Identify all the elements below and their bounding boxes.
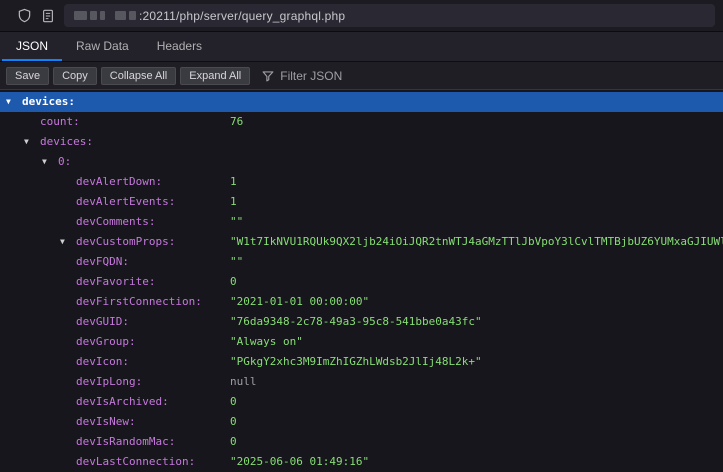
json-row-devIsRandomMac[interactable]: devIsRandomMac: 0 (0, 432, 723, 452)
json-key: devGUID: (76, 315, 129, 328)
json-key: devAlertEvents: (76, 195, 175, 208)
json-row-count[interactable]: count: 76 (0, 112, 723, 132)
json-key: devComments: (76, 215, 155, 228)
toolbar-buttons: SaveCopyCollapse AllExpand All (6, 67, 254, 85)
json-row-0[interactable]: ▼0: (0, 152, 723, 172)
json-row-devGroup[interactable]: devGroup: "Always on" (0, 332, 723, 352)
expand-all-button[interactable]: Expand All (180, 67, 250, 85)
json-row-devGUID[interactable]: devGUID: "76da9348-2c78-49a3-95c8-541bbe0… (0, 312, 723, 332)
redacted-host-block (100, 11, 105, 20)
browser-window: :20211/php/server/query_graphql.php JSON… (0, 0, 723, 472)
url-bar[interactable]: :20211/php/server/query_graphql.php (64, 4, 715, 27)
json-key: devAlertDown: (76, 175, 162, 188)
collapse-arrow-icon[interactable]: ▼ (60, 232, 76, 252)
json-key: count: (40, 115, 80, 128)
json-value: "" (230, 252, 243, 272)
json-key: devFQDN: (76, 255, 129, 268)
copy-button[interactable]: Copy (53, 67, 97, 85)
collapse-arrow-icon[interactable]: ▼ (24, 132, 40, 152)
save-button[interactable]: Save (6, 67, 49, 85)
json-viewer-toolbar: SaveCopyCollapse AllExpand All Filter JS… (0, 62, 723, 90)
collapse-all-button[interactable]: Collapse All (101, 67, 176, 85)
json-row-devAlertEvents[interactable]: devAlertEvents: 1 (0, 192, 723, 212)
json-row-devices[interactable]: ▼devices: (0, 92, 723, 112)
json-key: devFirstConnection: (76, 295, 202, 308)
json-value: "W1t7IkNVU1RQUk9QX2ljb24iOiJQR2tnWTJ4aGM… (230, 232, 723, 252)
json-value: "76da9348-2c78-49a3-95c8-541bbe0a43fc" (230, 312, 482, 332)
json-value: 1 (230, 172, 237, 192)
json-row-devFavorite[interactable]: devFavorite: 0 (0, 272, 723, 292)
json-row-devices[interactable]: ▼devices: (0, 132, 723, 152)
json-value: 0 (230, 412, 237, 432)
json-key: 0: (58, 155, 71, 168)
json-value: "2021-01-01 00:00:00" (230, 292, 369, 312)
json-key: devices: (40, 135, 93, 148)
json-value: 1 (230, 192, 237, 212)
json-value: "" (230, 212, 243, 232)
json-value: "PGkgY2xhc3M9ImZhIGZhLWdsb2JlIj48L2k+" (230, 352, 482, 372)
json-row-devCustomProps[interactable]: ▼devCustomProps: "W1t7IkNVU1RQUk9QX2ljb24… (0, 232, 723, 252)
json-key: devices: (22, 95, 75, 108)
json-row-devFQDN[interactable]: devFQDN: "" (0, 252, 723, 272)
json-key: devIpLong: (76, 375, 142, 388)
json-row-devIsNew[interactable]: devIsNew: 0 (0, 412, 723, 432)
json-key: devCustomProps: (76, 235, 175, 248)
site-identity-page-icon[interactable] (36, 4, 60, 28)
collapse-arrow-icon[interactable]: ▼ (42, 152, 58, 172)
redacted-host-block (90, 11, 97, 20)
redacted-host-block (74, 11, 87, 20)
json-key: devLastConnection: (76, 455, 195, 468)
json-row-devAlertDown[interactable]: devAlertDown: 1 (0, 172, 723, 192)
json-value: "2025-06-06 01:49:16" (230, 452, 369, 472)
json-row-devComments[interactable]: devComments: "" (0, 212, 723, 232)
redacted-host-block (115, 11, 126, 20)
json-row-devIpLong[interactable]: devIpLong: null (0, 372, 723, 392)
json-value: 76 (230, 112, 243, 132)
tab-json[interactable]: JSON (2, 32, 62, 61)
json-key: devIsRandomMac: (76, 435, 175, 448)
json-value: null (230, 372, 257, 392)
json-tree: ▼devices:count:76▼devices:▼0:devAlertDow… (0, 90, 723, 472)
filter-json-placeholder: Filter JSON (280, 69, 342, 83)
json-key: devIsNew: (76, 415, 136, 428)
json-key: devIsArchived: (76, 395, 169, 408)
json-key: devGroup: (76, 335, 136, 348)
json-row-devIsArchived[interactable]: devIsArchived: 0 (0, 392, 723, 412)
json-value: 0 (230, 272, 237, 292)
filter-funnel-icon (262, 70, 274, 82)
tab-headers[interactable]: Headers (143, 32, 216, 61)
collapse-arrow-icon[interactable]: ▼ (6, 92, 22, 112)
redacted-host-block (129, 11, 136, 20)
tracking-protection-shield-icon[interactable] (12, 4, 36, 28)
json-row-devLastConnection[interactable]: devLastConnection: "2025-06-06 01:49:16" (0, 452, 723, 472)
filter-json-input[interactable]: Filter JSON (262, 69, 342, 83)
json-row-devFirstConnection[interactable]: devFirstConnection: "2021-01-01 00:00:00" (0, 292, 723, 312)
json-value: 0 (230, 432, 237, 452)
json-viewer-tabs: JSONRaw DataHeaders (0, 32, 723, 62)
url-text: :20211/php/server/query_graphql.php (139, 9, 345, 23)
json-row-devIcon[interactable]: devIcon: "PGkgY2xhc3M9ImZhIGZhLWdsb2JlIj4… (0, 352, 723, 372)
json-key: devFavorite: (76, 275, 155, 288)
json-key: devIcon: (76, 355, 129, 368)
json-value: "Always on" (230, 332, 303, 352)
tab-raw-data[interactable]: Raw Data (62, 32, 143, 61)
json-value: 0 (230, 392, 237, 412)
browser-toolbar: :20211/php/server/query_graphql.php (0, 0, 723, 32)
